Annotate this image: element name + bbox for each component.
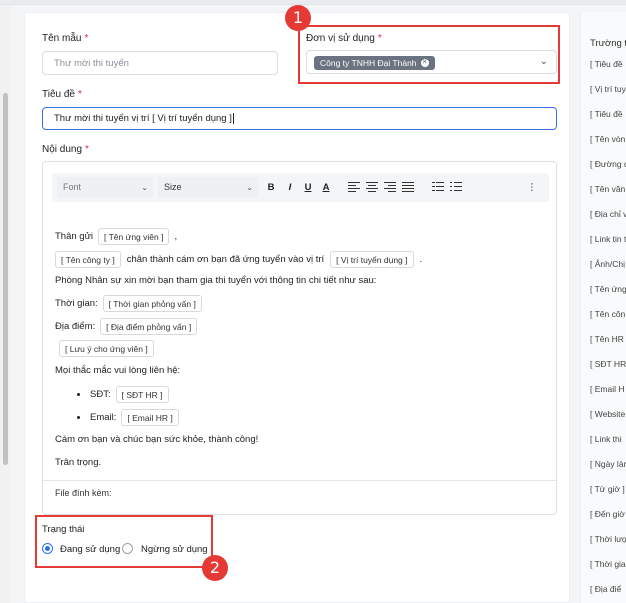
- field-item[interactable]: [ Link thi: [590, 434, 622, 444]
- align-justify-icon[interactable]: [402, 181, 414, 193]
- field-tag[interactable]: [ Thời gian phỏng vấn ]: [102, 295, 202, 312]
- field-item[interactable]: [ Đường d: [590, 159, 626, 169]
- chevron-down-icon: ⌄: [141, 183, 148, 192]
- field-item[interactable]: [ Địa chỉ v: [590, 209, 626, 219]
- underline-button[interactable]: U: [302, 181, 314, 194]
- content-line: Phòng Nhân sự xin mời bạn tham gia thi t…: [55, 275, 377, 286]
- align-left-icon[interactable]: [348, 181, 360, 193]
- italic-button[interactable]: I: [284, 181, 296, 194]
- field-item[interactable]: [ Vị trí tuy: [590, 84, 626, 94]
- more-options-icon[interactable]: ⋮: [526, 181, 538, 194]
- size-select[interactable]: Size ⌄: [158, 177, 258, 198]
- content-line: Thời gian:[ Thời gian phỏng vấn ]: [55, 295, 202, 312]
- list-item: SĐT:[ SĐT HR ]: [77, 386, 169, 403]
- content-line: Mọi thắc mắc vui lòng liên hệ:: [55, 365, 181, 376]
- bullet: [77, 393, 80, 396]
- step-badge-2: 2: [202, 555, 228, 581]
- text-caret: [232, 113, 234, 124]
- field-item[interactable]: [ Tên ứng: [590, 284, 626, 294]
- field-item[interactable]: [ Thời lượ: [590, 534, 626, 544]
- field-item[interactable]: [ Thời gia: [590, 559, 626, 569]
- bold-button[interactable]: B: [265, 181, 277, 194]
- field-item[interactable]: [ Ngày làm: [590, 459, 626, 469]
- field-item[interactable]: [ Tiêu đề: [590, 109, 623, 119]
- field-item[interactable]: [ Đến giờ: [590, 509, 625, 519]
- content-line: Cám ơn bạn và chúc bạn sức khỏe, thành c…: [55, 434, 259, 445]
- field-item[interactable]: [ Tiêu đề: [590, 59, 623, 69]
- font-select[interactable]: Font ⌄: [57, 177, 153, 198]
- text-color-button[interactable]: A: [320, 181, 332, 194]
- field-item[interactable]: [ Tên văn: [590, 184, 625, 194]
- field-item[interactable]: [ Website: [590, 409, 625, 419]
- content-line: [ Lưu ý cho ứng viên ]: [59, 340, 154, 357]
- field-item[interactable]: [ Tên côn: [590, 309, 625, 319]
- highlight-box-1: [298, 25, 560, 84]
- field-tag[interactable]: [ Địa điểm phỏng vấn ]: [100, 318, 198, 335]
- field-tag[interactable]: [ SĐT HR ]: [115, 386, 169, 403]
- field-tag[interactable]: [ Tên ứng viên ]: [98, 228, 170, 245]
- align-right-icon[interactable]: [384, 181, 396, 193]
- step-badge-1: 1: [285, 5, 311, 31]
- field-item[interactable]: [ Email H: [590, 384, 624, 394]
- editor-toolbar: Font ⌄ Size ⌄ B I U A ⋮: [52, 173, 549, 202]
- field-item[interactable]: [ Link tin t: [590, 234, 626, 244]
- align-center-icon[interactable]: [366, 181, 378, 193]
- content-line: Trân trọng.: [55, 457, 102, 468]
- content-line: Địa điểm:[ Địa điểm phỏng vấn ]: [55, 318, 198, 335]
- bullet-list-icon[interactable]: [450, 181, 462, 193]
- field-tag[interactable]: [ Tên công ty ]: [55, 251, 121, 268]
- top-divider: [0, 0, 626, 5]
- panel-title: Trường t: [590, 38, 626, 49]
- content-line: [ Tên công ty ] chân thành cám ơn bạn đã …: [55, 251, 422, 268]
- ordered-list-icon[interactable]: [432, 181, 444, 193]
- content-line: Thân gửi[ Tên ứng viên ],: [55, 228, 177, 245]
- field-item[interactable]: [ Tên vòn: [590, 134, 625, 144]
- scrollbar-thumb[interactable]: [3, 93, 8, 465]
- title-input[interactable]: Thư mời thi tuyển vị trí [ Vị trí tuyển …: [42, 107, 557, 130]
- field-tag[interactable]: [ Vị trí tuyển dụng ]: [330, 251, 414, 268]
- bullet: [77, 416, 80, 419]
- attachment-label[interactable]: File đính kèm:: [55, 488, 112, 498]
- template-name-input[interactable]: Thư mời thi tuyển: [42, 51, 278, 75]
- template-name-label: Tên mẫu *: [42, 33, 89, 44]
- field-list-panel: Trường t [ Tiêu đề [ Vị trí tuy [ Tiêu đ…: [580, 12, 626, 603]
- field-item[interactable]: [ Tên HR: [590, 334, 624, 344]
- highlight-box-2: [35, 515, 213, 568]
- chevron-down-icon: ⌄: [246, 183, 253, 192]
- rich-text-editor[interactable]: Font ⌄ Size ⌄ B I U A ⋮ Thân gửi[ Tên ứng …: [42, 161, 557, 515]
- field-tag[interactable]: [ Lưu ý cho ứng viên ]: [59, 340, 154, 357]
- field-item[interactable]: [ Ảnh/Chị: [590, 259, 625, 269]
- page-scrollbar[interactable]: [0, 5, 10, 603]
- field-item[interactable]: [ Từ giờ ]: [590, 484, 625, 494]
- field-item[interactable]: [ SĐT HR: [590, 359, 626, 369]
- field-tag[interactable]: [ Email HR ]: [121, 409, 179, 426]
- title-label: Tiêu đề *: [42, 89, 82, 100]
- field-item[interactable]: [ Địa điể: [590, 584, 621, 594]
- list-item: Email:[ Email HR ]: [77, 409, 179, 426]
- attachment-divider: [43, 480, 556, 481]
- content-label: Nội dung *: [42, 144, 89, 155]
